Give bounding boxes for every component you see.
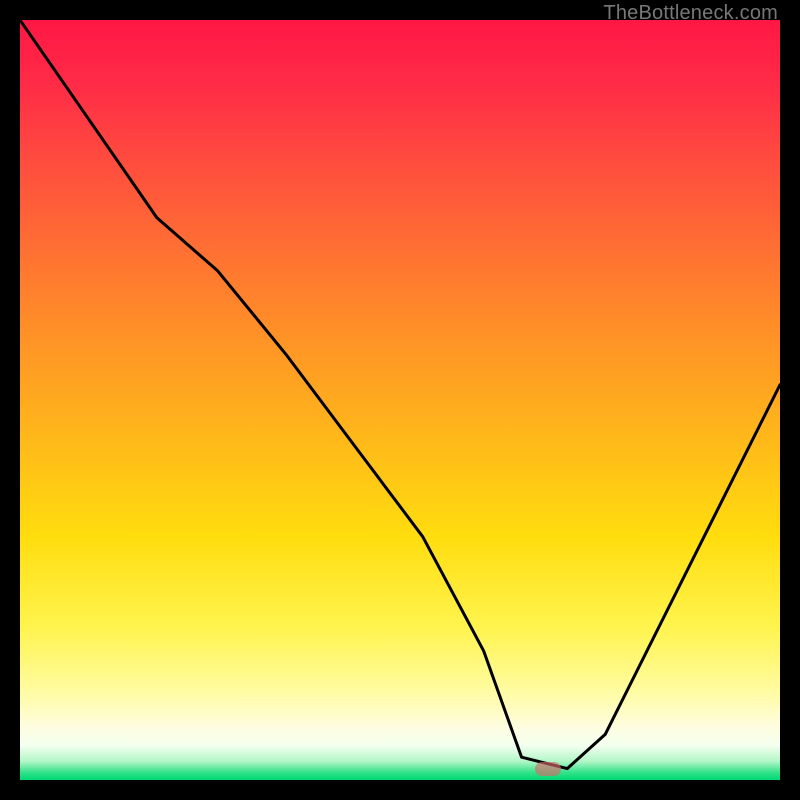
optimal-point-marker xyxy=(535,762,561,776)
watermark-text: TheBottleneck.com xyxy=(603,2,778,25)
plot-area xyxy=(20,20,780,780)
bottleneck-curve xyxy=(20,20,780,780)
chart-frame: TheBottleneck.com xyxy=(0,0,800,800)
